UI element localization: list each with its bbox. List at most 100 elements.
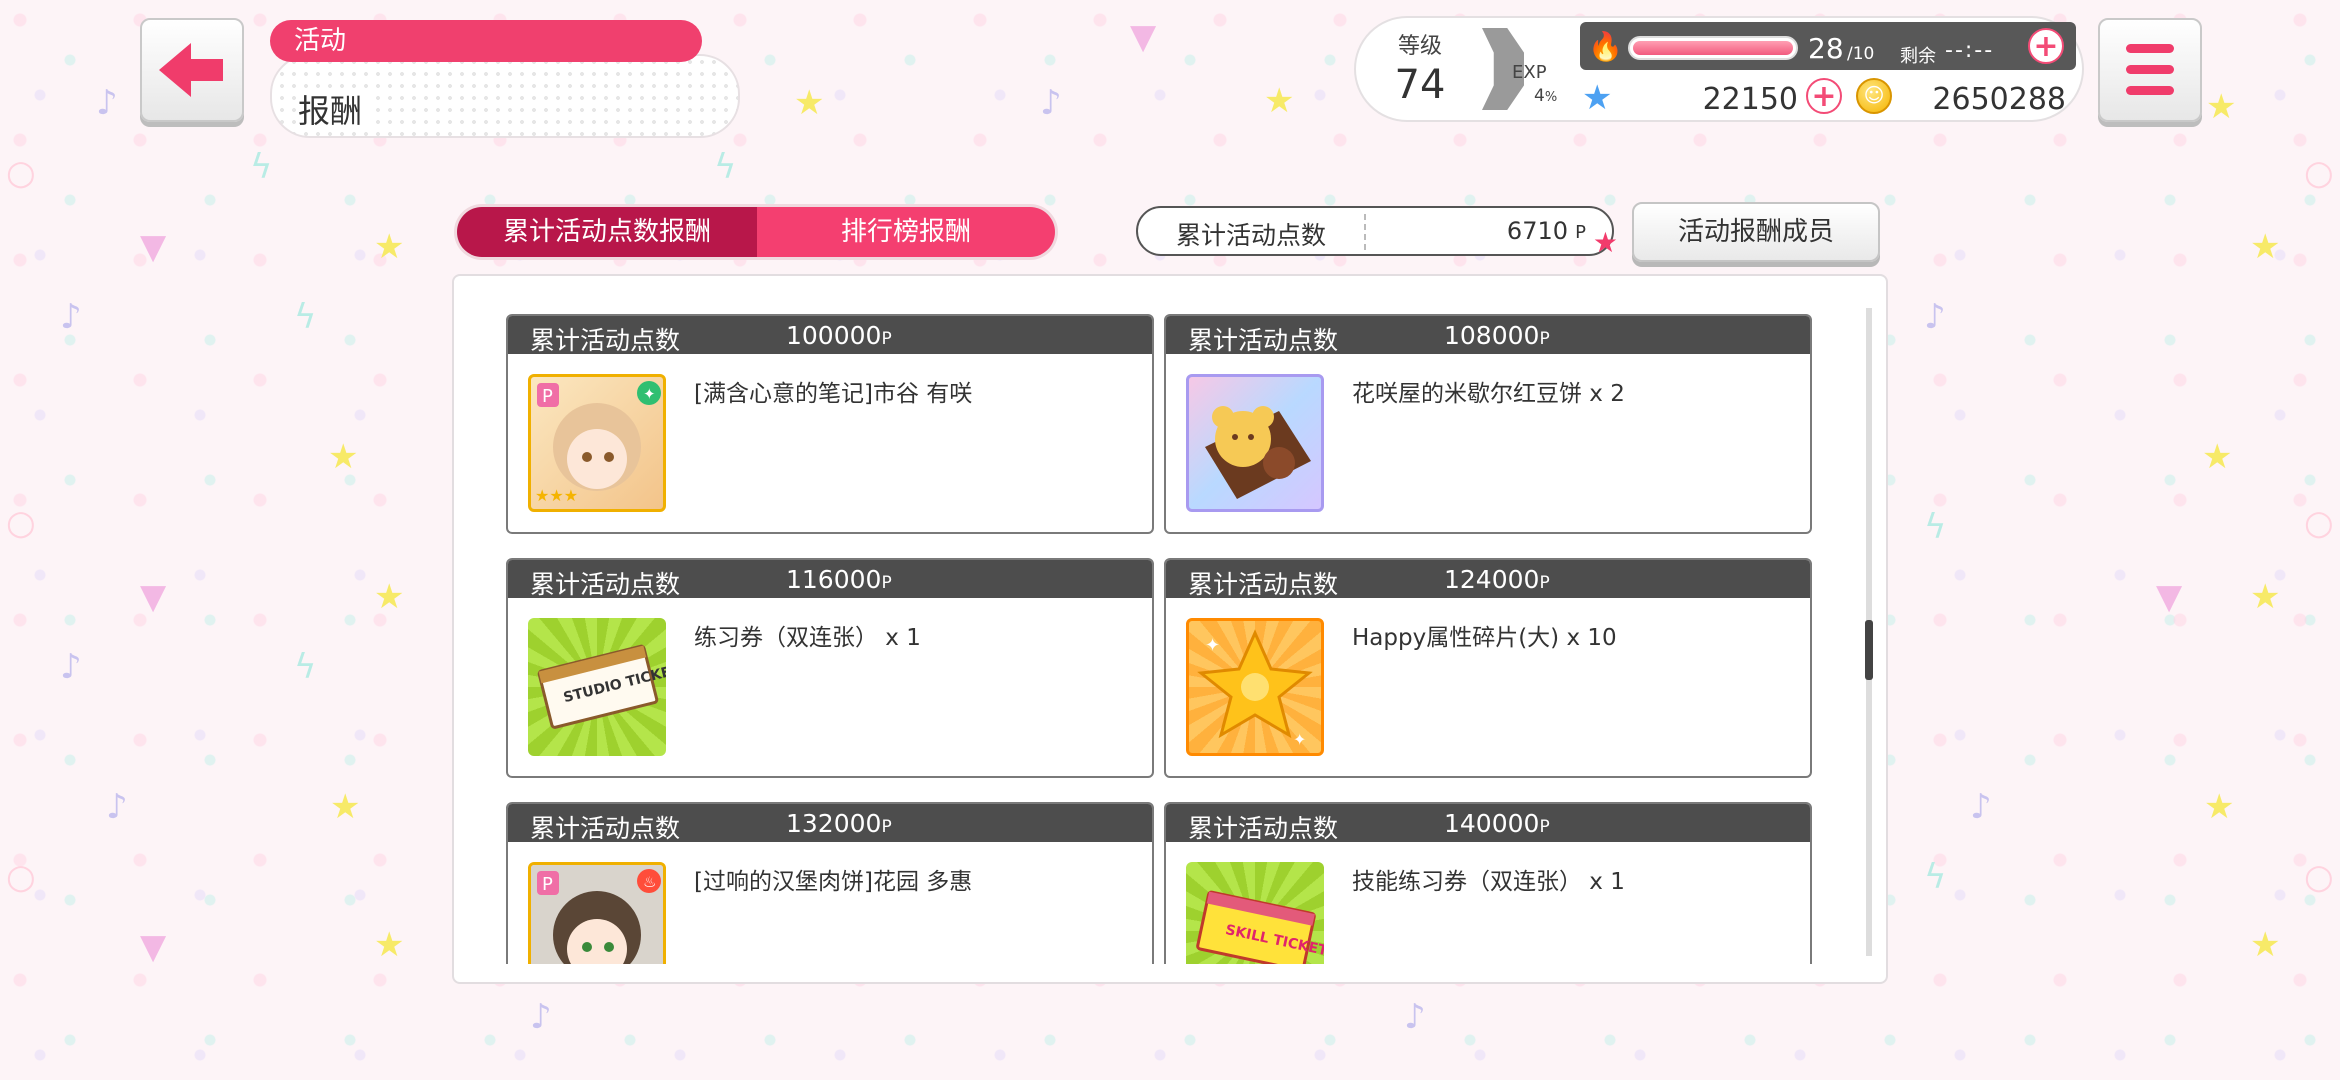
reward-points-unit: P bbox=[1539, 817, 1550, 837]
reward-card[interactable]: 累计活动点数 140000P SKILL TICKET 技能练习券（双连张） x… bbox=[1164, 802, 1812, 964]
tab-ranking-reward[interactable]: 排行榜报酬 bbox=[757, 207, 1055, 257]
background-triangle-icon: ▼ bbox=[140, 927, 167, 967]
stamina-bar bbox=[1628, 36, 1798, 60]
stamina-bar-fill bbox=[1633, 41, 1793, 55]
menu-button[interactable] bbox=[2098, 18, 2202, 122]
background-star-icon: ★ bbox=[330, 787, 361, 827]
remaining-time: --:-- bbox=[1945, 38, 1995, 63]
reward-card-header: 累计活动点数 100000P bbox=[508, 316, 1152, 355]
background-star-icon: ★ bbox=[374, 577, 405, 617]
background-triangle-icon: ▼ bbox=[1130, 17, 1157, 57]
member-card-icon: P ✦ ★★★ bbox=[528, 374, 666, 512]
svg-text:P: P bbox=[542, 874, 553, 895]
reward-points-unit: P bbox=[881, 329, 892, 349]
exp-label: EXP bbox=[1512, 62, 1547, 83]
reward-card-header: 累计活动点数 108000P bbox=[1166, 316, 1810, 355]
background-note-icon: ♪ bbox=[530, 997, 552, 1037]
reward-points-unit: P bbox=[1539, 329, 1550, 349]
reward-points: 100000 bbox=[786, 321, 882, 350]
reward-points: 124000 bbox=[1444, 565, 1540, 594]
add-stamina-button[interactable]: + bbox=[2028, 28, 2064, 64]
reward-tabs: 累计活动点数报酬 排行榜报酬 bbox=[454, 204, 1058, 260]
svg-text:★★★: ★★★ bbox=[535, 486, 578, 505]
reward-card-header: 累计活动点数 140000P bbox=[1166, 804, 1810, 843]
exp-display: EXP 4% bbox=[1482, 28, 1562, 110]
page-title-block: 报酬 活动 bbox=[270, 20, 740, 138]
bear-cookie-icon bbox=[1186, 374, 1324, 512]
background-bolt-icon: ϟ bbox=[1924, 857, 1947, 897]
background-note-icon: ♪ bbox=[96, 83, 118, 123]
back-arrow-icon bbox=[159, 43, 223, 97]
background-star-icon: ★ bbox=[374, 227, 405, 267]
reward-threshold-value: 116000P bbox=[786, 565, 892, 594]
reward-card[interactable]: 累计活动点数 132000P P ♨ ★★ [过响的汉堡肉饼]花园 多惠 bbox=[506, 802, 1154, 964]
menu-bar-icon bbox=[2126, 65, 2174, 74]
svg-text:✦: ✦ bbox=[643, 385, 656, 403]
reward-points: 108000 bbox=[1444, 321, 1540, 350]
background-star-icon: ★ bbox=[2250, 577, 2281, 617]
background-ring-icon: ○ bbox=[2304, 153, 2334, 193]
reward-card[interactable]: 累计活动点数 124000P ✦ ✦ Happy属性碎片(大) x 10 bbox=[1164, 558, 1812, 778]
coin-value: 2650288 bbox=[1932, 82, 2066, 117]
background-note-icon: ♪ bbox=[60, 297, 82, 337]
event-points-display: 累计活动点数 6710 P ★ bbox=[1136, 206, 1618, 259]
event-points-label: 累计活动点数 bbox=[1176, 221, 1327, 250]
reward-threshold-value: 100000P bbox=[786, 321, 892, 350]
tab-cumulative-points-reward[interactable]: 累计活动点数报酬 bbox=[457, 207, 757, 257]
page-title: 报酬 bbox=[270, 54, 740, 138]
background-star-icon: ★ bbox=[2202, 437, 2233, 477]
reward-points-unit: P bbox=[881, 817, 892, 837]
reward-card[interactable]: 累计活动点数 108000P 花咲屋的米歇尔红豆饼 x 2 bbox=[1164, 314, 1812, 534]
event-points-unit: P bbox=[1575, 222, 1586, 243]
background-ring-icon: ○ bbox=[2304, 503, 2334, 543]
background-ring-icon: ○ bbox=[2304, 857, 2334, 897]
page-category: 活动 bbox=[270, 20, 702, 62]
background-star-icon: ★ bbox=[328, 437, 359, 477]
reward-card-header: 累计活动点数 132000P bbox=[508, 804, 1152, 843]
background-star-icon: ★ bbox=[2250, 227, 2281, 267]
background-triangle-icon: ▼ bbox=[140, 577, 167, 617]
background-note-icon: ♪ bbox=[60, 647, 82, 687]
skill-ticket-icon: SKILL TICKET bbox=[1186, 862, 1324, 964]
rewards-list[interactable]: 累计活动点数 100000P P ✦ ★★★ [满含心意的笔记]市谷 有咲 累计… bbox=[500, 310, 1860, 964]
reward-card[interactable]: 累计活动点数 100000P P ✦ ★★★ [满含心意的笔记]市谷 有咲 bbox=[506, 314, 1154, 534]
svg-text:P: P bbox=[542, 386, 553, 407]
add-stars-button[interactable]: + bbox=[1806, 78, 1842, 114]
background-star-icon: ★ bbox=[2204, 787, 2235, 827]
exp-percent-unit: % bbox=[1544, 90, 1558, 105]
reward-threshold-label: 累计活动点数 bbox=[1188, 570, 1339, 599]
reward-card[interactable]: 累计活动点数 116000P STUDIO TICKET 练习券（双连张） x … bbox=[506, 558, 1154, 778]
stamina-value: 28 bbox=[1808, 32, 1844, 65]
reward-item-name: 练习券（双连张） x 1 bbox=[694, 625, 921, 651]
back-button[interactable] bbox=[140, 18, 244, 122]
remaining-label: 剩余 bbox=[1900, 46, 1936, 67]
reward-threshold-value: 108000P bbox=[1444, 321, 1550, 350]
background-ring-icon: ○ bbox=[6, 153, 36, 193]
menu-bar-icon bbox=[2126, 86, 2174, 95]
background-star-icon: ★ bbox=[2250, 925, 2281, 965]
star-currency-icon: ★ bbox=[1582, 78, 1613, 118]
reward-points: 140000 bbox=[1444, 809, 1540, 838]
level-value: 74 bbox=[1394, 62, 1446, 108]
reward-card-header: 累计活动点数 116000P bbox=[508, 560, 1152, 599]
reward-members-button[interactable]: 活动报酬成员 bbox=[1632, 202, 1880, 262]
background-triangle-icon: ▼ bbox=[2156, 577, 2183, 617]
reward-item-name: [满含心意的笔记]市谷 有咲 bbox=[694, 381, 973, 407]
scrollbar-thumb[interactable] bbox=[1865, 620, 1873, 680]
exp-percent: 4% bbox=[1534, 86, 1557, 106]
background-bolt-icon: ϟ bbox=[250, 147, 273, 187]
reward-item-name: 技能练习券（双连张） x 1 bbox=[1352, 869, 1625, 895]
background-note-icon: ♪ bbox=[1924, 297, 1946, 337]
happy-shard-icon: ✦ ✦ bbox=[1186, 618, 1324, 756]
reward-item-name: 花咲屋的米歇尔红豆饼 x 2 bbox=[1352, 381, 1625, 407]
background-bolt-icon: ϟ bbox=[714, 147, 737, 187]
studio-ticket-icon: STUDIO TICKET bbox=[528, 618, 666, 756]
divider bbox=[1364, 214, 1366, 250]
event-points-value: 6710 bbox=[1506, 217, 1568, 245]
star-currency-value: 22150 bbox=[1702, 82, 1798, 117]
background-bolt-icon: ϟ bbox=[1924, 507, 1947, 547]
page-title-text: 报酬 bbox=[298, 92, 371, 130]
background-star-icon: ★ bbox=[794, 83, 825, 123]
reward-threshold-value: 124000P bbox=[1444, 565, 1550, 594]
background-star-icon: ★ bbox=[374, 925, 405, 965]
